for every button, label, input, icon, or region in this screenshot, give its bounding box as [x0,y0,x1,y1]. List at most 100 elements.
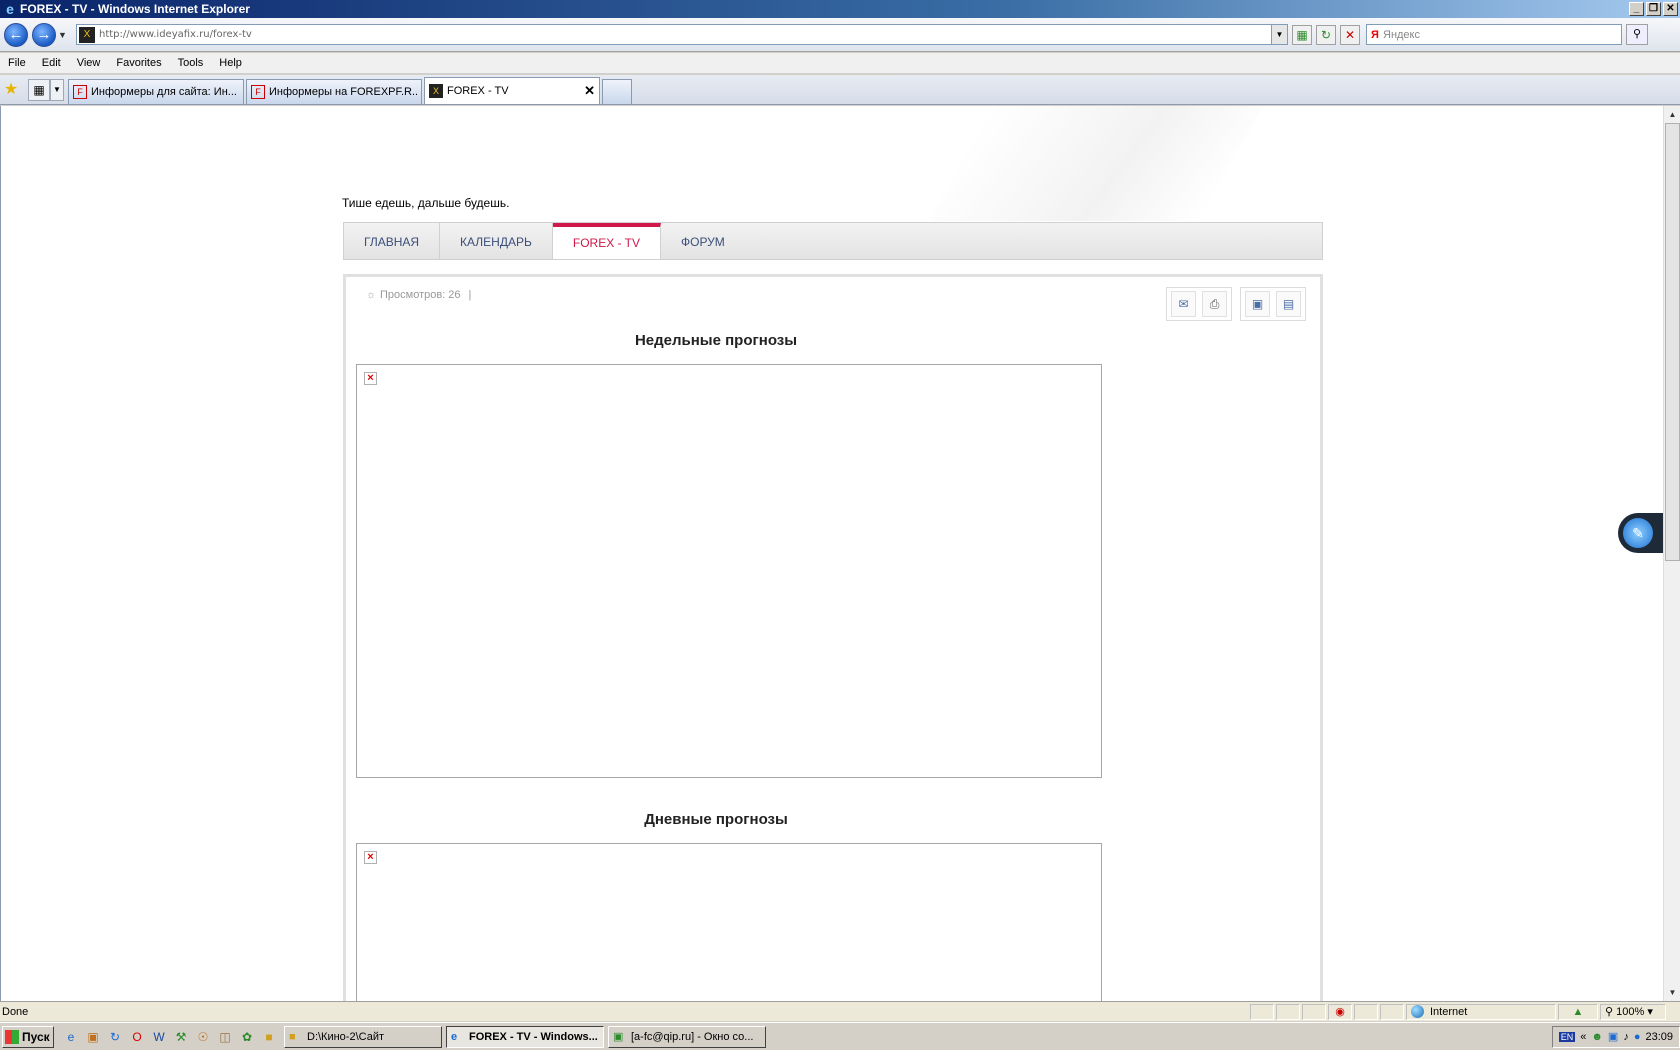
tab-favicon-icon: F [73,85,87,99]
tab-informers-2[interactable]: F Информеры на FOREXPF.R... [246,79,422,104]
media-icon[interactable]: ▣ [84,1028,102,1046]
start-label: Пуск [22,1029,50,1044]
tab-informers-1[interactable]: F Информеры для сайта: Ин... [68,79,244,104]
zoom-dropdown-icon[interactable]: ▾ [1647,1006,1653,1018]
leaf-icon[interactable]: ✿ [238,1028,256,1046]
refresh-quicklaunch-icon[interactable]: ↻ [106,1028,124,1046]
email-icon[interactable]: ✉ [1171,291,1196,317]
quick-launch: e ▣ ↻ O W ⚒ ☉ ◫ ✿ ■ [62,1028,278,1046]
nav-calendar[interactable]: КАЛЕНДАРЬ [440,223,553,259]
menu-favorites[interactable]: Favorites [108,57,169,69]
menu-tools[interactable]: Tools [170,57,212,69]
compass-icon[interactable]: ☉ [194,1028,212,1046]
stop-icon[interactable]: ✕ [1340,24,1360,45]
tab-forex-tv[interactable]: X FOREX - TV ✕ [424,77,600,104]
address-toolbar: ← → ▼ X http://www.ideyafix.ru/forex-tv … [0,18,1680,52]
tray-app-icon[interactable]: ☻ [1591,1031,1603,1043]
clock[interactable]: 23:09 [1645,1031,1673,1043]
folder-icon: ■ [289,1030,296,1043]
network-icon[interactable]: ▣ [1608,1030,1618,1043]
protected-mode-icon[interactable]: ▲ [1558,1003,1598,1020]
scroll-down-icon[interactable]: ▼ [1664,984,1680,1001]
scroll-up-icon[interactable]: ▲ [1664,106,1680,123]
print-preview-icon[interactable]: ▣ [1245,291,1270,317]
views-count: Просмотров: 26 [380,289,461,301]
word-icon[interactable]: W [150,1028,168,1046]
menu-help[interactable]: Help [211,57,250,69]
print-icon[interactable]: ⎙ [1202,291,1227,317]
opera-icon[interactable]: O [128,1028,146,1046]
system-tray: EN « ☻ ▣ ♪ ● 23:09 [1551,1025,1680,1048]
search-input[interactable]: Я Яндекс [1366,24,1622,45]
weekly-forecasts-image: × [356,364,1102,778]
privacy-icon[interactable]: ◉ [1328,1003,1352,1020]
views-counter: ☼ Просмотров: 26 | [366,289,471,301]
tab-label: FOREX - TV [447,85,509,97]
tray-expand-icon[interactable]: « [1580,1031,1586,1043]
status-text: Done [2,1005,29,1018]
tab-favicon-icon: F [251,85,265,99]
favorites-star-icon[interactable]: ★ [0,78,22,102]
zoom-icon: ⚲ [1605,1005,1614,1018]
tab-label: Информеры для сайта: Ин... [91,86,237,98]
new-tab-button[interactable] [602,79,632,104]
compatibility-view-icon[interactable]: ▦ [1292,24,1312,45]
status-bar: Done ◉ Internet ▲ ⚲ 100% ▾ [0,1001,1680,1021]
status-cell [1302,1003,1326,1020]
ie-icon: e [451,1030,458,1043]
ie-quicklaunch-icon[interactable]: e [62,1028,80,1046]
share-actions-2: ▣ ▤ [1240,287,1306,321]
tray-status-icon[interactable]: ● [1634,1031,1641,1043]
nav-home[interactable]: ГЛАВНАЯ [344,223,441,259]
scroll-thumb[interactable] [1665,123,1680,561]
daily-forecasts-title: Дневные прогнозы [644,811,788,828]
address-url[interactable]: http://www.ideyafix.ru/forex-tv [99,29,1271,40]
tab-close-icon[interactable]: ✕ [584,83,595,99]
search-button[interactable]: ⚲ [1626,24,1648,45]
tool-icon[interactable]: ⚒ [172,1028,190,1046]
address-dropdown-icon[interactable]: ▼ [1271,25,1287,44]
menu-file[interactable]: File [0,57,34,69]
yandex-icon: Я [1371,28,1379,41]
lightbulb-icon: ☼ [366,289,377,301]
minimize-button[interactable]: _ [1629,2,1644,16]
task-label: D:\Кино-2\Сайт [307,1030,385,1043]
quick-tabs-icon[interactable]: ▦ [28,79,50,101]
security-zone[interactable]: Internet [1406,1003,1556,1020]
restore-button[interactable]: ❐ [1646,2,1661,16]
task-explorer[interactable]: ■ D:\Кино-2\Сайт [284,1025,442,1048]
history-dropdown-icon[interactable]: ▼ [58,30,70,40]
taskbar: Пуск e ▣ ↻ O W ⚒ ☉ ◫ ✿ ■ ■ D:\Кино-2\Сай… [0,1022,1680,1050]
menu-edit[interactable]: Edit [34,57,69,69]
side-widget-button[interactable]: ✎ [1618,513,1663,553]
weekly-forecasts-title: Недельные прогнозы [634,332,798,349]
menu-view[interactable]: View [69,57,109,69]
header-decoration [927,106,1265,221]
send-icon[interactable]: ▤ [1276,291,1301,317]
status-cell [1380,1003,1404,1020]
tab-label: Информеры на FOREXPF.R... [269,86,417,98]
language-indicator[interactable]: EN [1558,1031,1576,1042]
broken-image-icon: × [364,372,377,385]
volume-icon[interactable]: ♪ [1623,1031,1629,1043]
menu-bar: File Edit View Favorites Tools Help [0,53,1680,74]
window-title: FOREX - TV - Windows Internet Explorer [20,2,250,16]
start-button[interactable]: Пуск [2,1025,54,1048]
zoom-control[interactable]: ⚲ 100% ▾ [1600,1003,1666,1020]
refresh-icon[interactable]: ↻ [1316,24,1336,45]
close-button[interactable]: ✕ [1663,2,1678,16]
back-button[interactable]: ← [4,22,28,47]
vertical-scrollbar[interactable]: ▲ ▼ [1663,106,1680,1001]
tab-list-dropdown-icon[interactable]: ▼ [50,79,64,101]
status-cell [1354,1003,1378,1020]
forward-button[interactable]: → [32,22,56,47]
pencil-icon: ✎ [1623,518,1653,548]
address-bar[interactable]: X http://www.ideyafix.ru/forex-tv ▼ [76,24,1288,45]
folder-quicklaunch-icon[interactable]: ■ [260,1028,278,1046]
zoom-level: 100% [1616,1005,1645,1018]
app-icon[interactable]: ◫ [216,1028,234,1046]
nav-forex-tv[interactable]: FOREX - TV [552,223,661,259]
task-ie[interactable]: e FOREX - TV - Windows... [446,1025,604,1048]
nav-forum[interactable]: ФОРУМ [661,223,745,259]
task-qip[interactable]: ▣ [a-fc@qip.ru] - Окно со... [608,1025,766,1048]
